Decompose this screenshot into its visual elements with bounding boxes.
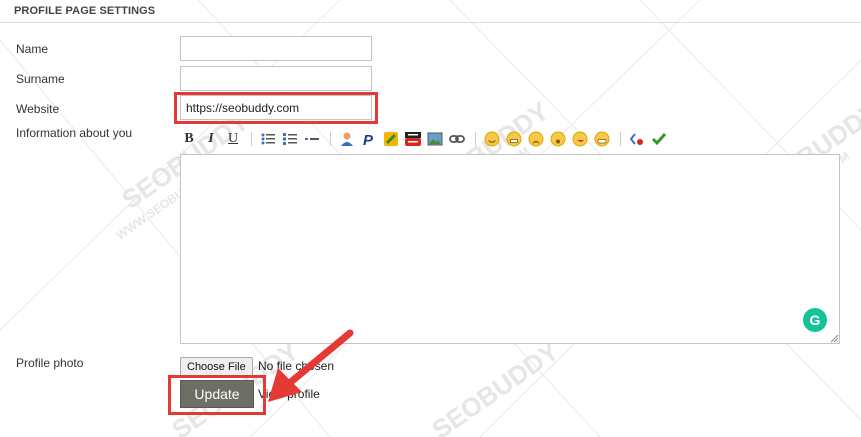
section-title: PROFILE PAGE SETTINGS [14,5,156,17]
user-icon [341,132,353,146]
link-button[interactable] [449,131,465,147]
paypal-button[interactable]: P [361,131,377,147]
image-icon [427,132,443,146]
grin-button[interactable] [594,131,610,147]
toolbar-separator [475,132,476,146]
laugh-button[interactable] [506,131,522,147]
wink-button[interactable] [572,131,588,147]
sad-button[interactable] [528,131,544,147]
bold-button[interactable]: B [181,131,197,147]
grin-icon [594,131,610,147]
name-input[interactable] [180,36,372,61]
update-button[interactable]: Update [180,380,254,408]
toolbar-separator [620,132,621,146]
surprised-icon [550,131,566,147]
ordered-list-icon [283,133,297,145]
editor-toolbar: B I U P [181,128,741,150]
svg-text:SEOBUDDY: SEOBUDDY [426,336,564,437]
smile-icon [484,131,500,147]
choose-file-button[interactable]: Choose File [180,357,253,377]
svg-text:P: P [363,132,374,147]
link-icon [449,135,465,143]
wink-icon [572,131,588,147]
website-input[interactable] [180,95,372,120]
ordered-list-button[interactable] [282,131,298,147]
spellcheck-button[interactable] [651,131,667,147]
info-textarea[interactable] [180,154,840,344]
image-button[interactable] [427,131,443,147]
file-status: No file chosen [258,359,335,373]
surprised-button[interactable] [550,131,566,147]
view-profile-link[interactable]: View profile [258,387,320,401]
nofollow-button[interactable] [383,131,399,147]
name-label: Name [16,42,49,56]
spellcheck-icon [651,133,667,146]
profile-photo-label: Profile photo [16,356,84,370]
underline-icon: U [227,131,239,146]
code-icon [629,133,643,145]
bold-icon: B [184,131,194,146]
resize-grip-icon[interactable] [829,333,839,343]
unordered-list-button[interactable] [260,131,276,147]
toolbar-separator [251,132,252,146]
laugh-icon [506,131,522,147]
website-label: Website [16,102,60,116]
code-button[interactable] [629,131,645,147]
underline-button[interactable]: U [225,131,241,147]
toolbar-separator [330,132,331,146]
youtube-icon [405,132,421,146]
horizontal-rule-button[interactable] [304,131,320,147]
nofollow-icon [384,132,398,146]
surname-label: Surname [16,72,65,86]
paypal-icon: P [363,132,374,147]
smile-button[interactable] [484,131,500,147]
surname-input[interactable] [180,66,372,91]
youtube-button[interactable] [405,131,421,147]
italic-icon: I [208,131,214,146]
section-header: PROFILE PAGE SETTINGS [0,0,861,23]
unordered-list-icon [261,133,275,145]
user-button[interactable] [339,131,355,147]
sad-icon [528,131,544,147]
horizontal-rule-icon [305,138,319,140]
italic-button[interactable]: I [203,131,219,147]
info-label: Information about you [16,126,133,140]
grammarly-icon[interactable]: G [803,308,827,332]
